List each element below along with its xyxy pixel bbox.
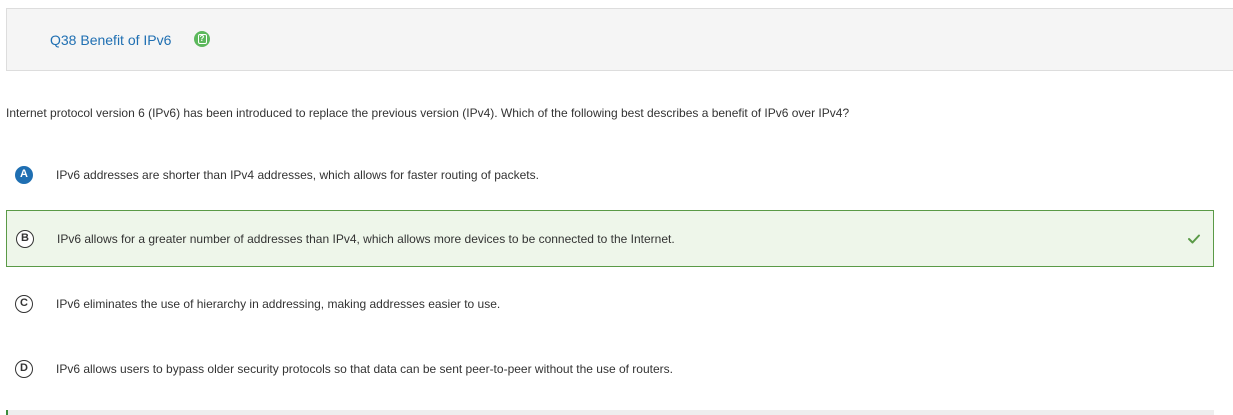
answer-text-a: IPv6 addresses are shorter than IPv4 add… <box>56 167 539 182</box>
answer-option-b[interactable]: B IPv6 allows for a greater number of ad… <box>6 210 1214 267</box>
question-mark-icon[interactable]: ? <box>194 31 210 47</box>
question-title: Q38 Benefit of IPv6 <box>50 32 172 48</box>
checkmark-icon <box>1188 234 1200 243</box>
answer-text-d: IPv6 allows users to bypass older securi… <box>56 361 673 376</box>
answer-text-b: IPv6 allows for a greater number of addr… <box>57 231 675 246</box>
question-prompt: Internet protocol version 6 (IPv6) has b… <box>6 106 850 120</box>
answer-option-d[interactable]: D IPv6 allows users to bypass older secu… <box>6 340 1214 397</box>
answer-letter-a: A <box>15 165 33 184</box>
section-divider <box>6 410 1214 415</box>
answer-option-a[interactable]: A IPv6 addresses are shorter than IPv4 a… <box>6 146 1214 203</box>
question-header: Q38 Benefit of IPv6 ? <box>6 8 1233 71</box>
answer-letter-d: D <box>15 359 33 378</box>
answer-text-c: IPv6 eliminates the use of hierarchy in … <box>56 296 501 311</box>
answer-option-c[interactable]: C IPv6 eliminates the use of hierarchy i… <box>6 275 1214 332</box>
divider-accent <box>6 410 8 415</box>
answer-letter-b: B <box>16 229 34 248</box>
answer-letter-c: C <box>15 294 33 313</box>
question-page: Q38 Benefit of IPv6 ? Internet protocol … <box>0 0 1233 415</box>
